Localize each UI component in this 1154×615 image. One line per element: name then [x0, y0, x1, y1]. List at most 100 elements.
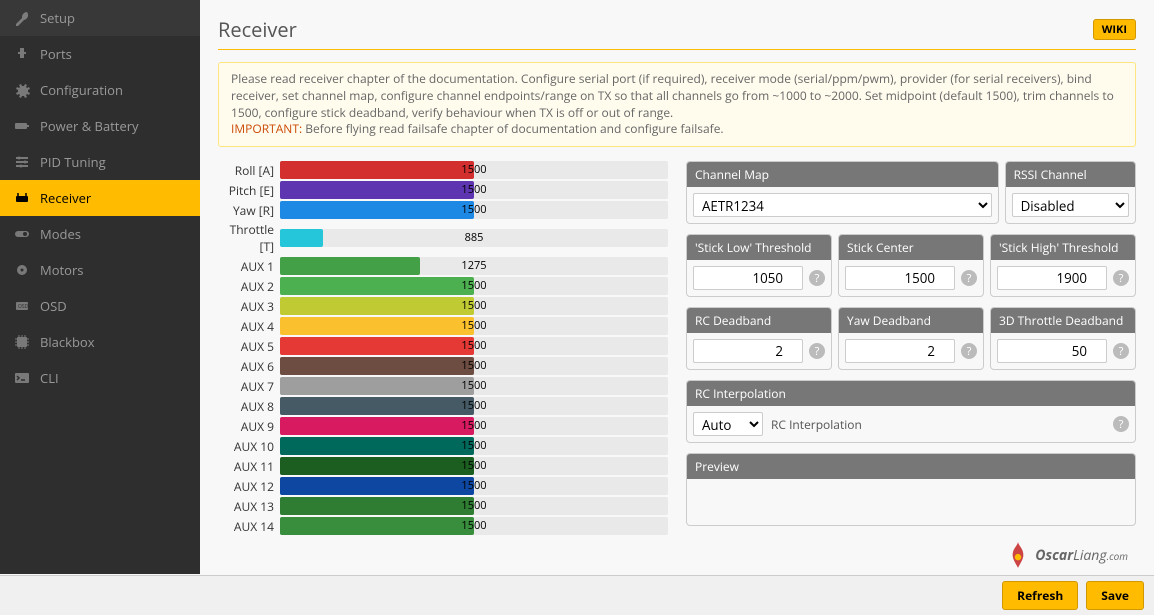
channel-row: AUX 91500 — [218, 417, 668, 435]
channel-label: Throttle [T] — [218, 221, 280, 255]
sliders-icon — [14, 154, 30, 170]
channel-value: 1500 — [280, 437, 668, 455]
main-content: Receiver WIKI Please read receiver chapt… — [200, 0, 1154, 574]
channel-row: AUX 131500 — [218, 497, 668, 515]
channel-value: 1500 — [280, 397, 668, 415]
channel-value: 1500 — [280, 497, 668, 515]
channel-bar: 1500 — [280, 297, 668, 315]
channel-value: 1500 — [280, 201, 668, 219]
channel-bar: 1500 — [280, 377, 668, 395]
sidebar-item-pid-tuning[interactable]: PID Tuning — [0, 144, 200, 180]
channel-label: AUX 4 — [218, 318, 280, 335]
rc-interp-title: RC Interpolation — [695, 385, 1127, 402]
channel-row: Throttle [T]885 — [218, 221, 668, 255]
osd-icon: OSD — [14, 298, 30, 314]
help-icon[interactable]: ? — [809, 343, 825, 359]
help-icon[interactable]: ? — [961, 270, 977, 286]
help-icon[interactable]: ? — [961, 343, 977, 359]
sidebar-item-modes[interactable]: Modes — [0, 216, 200, 252]
channel-value: 1500 — [280, 297, 668, 315]
channel-label: AUX 8 — [218, 398, 280, 415]
refresh-button[interactable]: Refresh — [1002, 581, 1078, 610]
channel-value: 1500 — [280, 357, 668, 375]
channel-row: Roll [A]1500 — [218, 161, 668, 179]
terminal-icon — [14, 370, 30, 386]
throttle-deadband-title: 3D Throttle Deadband — [999, 312, 1127, 329]
channel-value: 885 — [280, 229, 668, 247]
throttle-deadband-panel: 3D Throttle Deadband ? — [990, 307, 1136, 370]
channel-value: 1500 — [280, 161, 668, 179]
logo-icon — [1005, 540, 1031, 570]
channel-map-title: Channel Map — [695, 166, 990, 183]
channel-value: 1500 — [280, 337, 668, 355]
sidebar-item-ports[interactable]: Ports — [0, 36, 200, 72]
stick-center-panel: Stick Center ? — [838, 234, 984, 297]
stick-low-panel: 'Stick Low' Threshold ? — [686, 234, 832, 297]
channel-value: 1275 — [280, 257, 668, 275]
channel-row: AUX 71500 — [218, 377, 668, 395]
channel-value: 1500 — [280, 517, 668, 535]
gear-icon — [14, 82, 30, 98]
stick-low-input[interactable] — [693, 266, 803, 290]
sidebar-item-receiver[interactable]: Receiver — [0, 180, 200, 216]
channel-bar: 1500 — [280, 417, 668, 435]
channel-bar: 1500 — [280, 161, 668, 179]
channel-map-select[interactable]: AETR1234 — [693, 193, 992, 217]
footer-bar: Refresh Save — [0, 575, 1154, 615]
channel-bar: 1500 — [280, 317, 668, 335]
channel-bar: 1500 — [280, 277, 668, 295]
channel-row: Yaw [R]1500 — [218, 201, 668, 219]
channel-map-panel: Channel Map AETR1234 — [686, 161, 999, 224]
channel-bar: 1500 — [280, 181, 668, 199]
yaw-deadband-panel: Yaw Deadband ? — [838, 307, 984, 370]
channel-value: 1500 — [280, 317, 668, 335]
channel-bar: 1500 — [280, 357, 668, 375]
stick-high-input[interactable] — [997, 266, 1107, 290]
sidebar-item-osd[interactable]: OSD OSD — [0, 288, 200, 324]
throttle-deadband-input[interactable] — [997, 339, 1107, 363]
help-icon[interactable]: ? — [809, 270, 825, 286]
channel-value: 1500 — [280, 457, 668, 475]
rc-deadband-input[interactable] — [693, 339, 803, 363]
sidebar-item-label: Configuration — [40, 81, 123, 99]
info-notebox: Please read receiver chapter of the docu… — [218, 62, 1136, 147]
stick-high-title: 'Stick High' Threshold — [999, 239, 1127, 256]
help-icon[interactable]: ? — [1113, 343, 1129, 359]
channel-bar: 885 — [280, 229, 668, 247]
save-button[interactable]: Save — [1086, 581, 1144, 610]
channel-label: AUX 14 — [218, 518, 280, 535]
notebox-text: Please read receiver chapter of the docu… — [231, 70, 1114, 121]
yaw-deadband-input[interactable] — [845, 339, 955, 363]
sidebar-item-label: Power & Battery — [40, 117, 139, 135]
sidebar-item-label: PID Tuning — [40, 153, 106, 171]
channel-label: AUX 7 — [218, 378, 280, 395]
channel-value: 1500 — [280, 277, 668, 295]
channel-label: AUX 6 — [218, 358, 280, 375]
channel-row: AUX 51500 — [218, 337, 668, 355]
sidebar-item-power-battery[interactable]: Power & Battery — [0, 108, 200, 144]
yaw-deadband-title: Yaw Deadband — [847, 312, 975, 329]
sidebar-item-blackbox[interactable]: Blackbox — [0, 324, 200, 360]
sidebar-item-cli[interactable]: CLI — [0, 360, 200, 396]
channel-row: AUX 21500 — [218, 277, 668, 295]
sidebar-item-label: OSD — [40, 297, 67, 315]
stick-center-title: Stick Center — [847, 239, 975, 256]
channel-value: 1500 — [280, 181, 668, 199]
rssi-select[interactable]: Disabled — [1012, 193, 1129, 217]
sidebar-item-motors[interactable]: Motors — [0, 252, 200, 288]
help-icon[interactable]: ? — [1113, 416, 1129, 432]
sidebar-item-configuration[interactable]: Configuration — [0, 72, 200, 108]
help-icon[interactable]: ? — [1113, 270, 1129, 286]
sidebar-item-label: Modes — [40, 225, 81, 243]
wiki-button[interactable]: WIKI — [1093, 19, 1136, 40]
channel-label: AUX 5 — [218, 338, 280, 355]
sidebar-item-setup[interactable]: Setup — [0, 0, 200, 36]
rc-interp-select[interactable]: Auto — [693, 412, 763, 436]
stick-center-input[interactable] — [845, 266, 955, 290]
channel-row: AUX 41500 — [218, 317, 668, 335]
rssi-title: RSSI Channel — [1014, 166, 1127, 183]
channel-bar: 1500 — [280, 437, 668, 455]
channel-row: AUX 111500 — [218, 457, 668, 475]
channel-value: 1500 — [280, 377, 668, 395]
channel-label: Yaw [R] — [218, 202, 280, 219]
